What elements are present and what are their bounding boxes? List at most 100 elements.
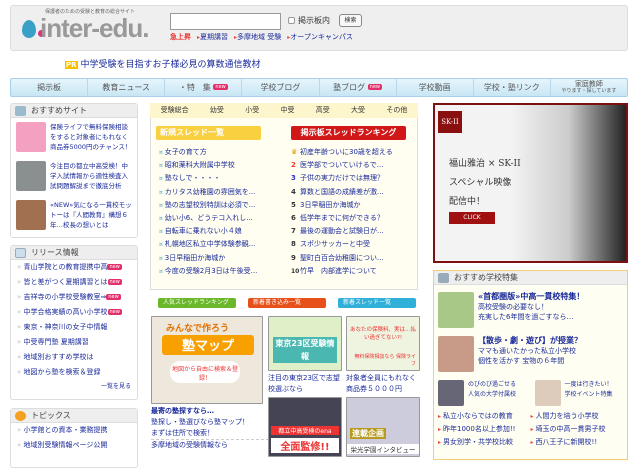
ranking-item[interactable]: 2 医学部でついていけるで... <box>291 159 415 172</box>
hoken-banner[interactable]: あなたの保険料、実は…払い過ぎてない?! 無料保険相談なら 保険ライフ <box>346 316 420 371</box>
list-item[interactable]: 青山学院との教育提携中高new <box>11 260 137 275</box>
nav-tutor[interactable]: 家庭教師 やります・探しています <box>551 79 627 96</box>
ranking-item[interactable]: ♛ 初産年齢ついに30歳を超える <box>291 146 415 159</box>
feature-item[interactable]: «首都圏版»中高一貫校特集！ 高校受験の必要なし！ 充実した6年間を過ごすなら… <box>434 292 627 328</box>
list-item[interactable]: 今注目の都立中高受検！中学入試情報から適性検査入試問題解説まで徹底分析 <box>11 157 137 196</box>
category-tabs: 受験総合 幼受 小受 中受 高受 大受 その他 <box>150 103 418 118</box>
school-links: 私立小ならではの教育 人間力を培う小学校 昨年1000名以上参加!! 埼玉の中高… <box>434 410 627 449</box>
quick-link[interactable]: オープンキャンパス <box>287 32 353 42</box>
tab-junior-high[interactable]: 中受 <box>280 103 294 118</box>
feature-thumbnail <box>438 292 474 328</box>
tokyo23-caption[interactable]: 注目の東京23区で志望校選ぶなら <box>268 373 346 395</box>
nav-links[interactable]: 学校・塾リンク <box>474 79 551 96</box>
ranking-item[interactable]: 9 聖町白百合幼稚園につい... <box>291 252 415 265</box>
board-only-checkbox[interactable] <box>288 17 295 24</box>
ranking-item[interactable]: 8 スポ少サッカーと中受 <box>291 238 415 251</box>
see-all-link[interactable]: 一覧を見る <box>11 380 137 394</box>
search-button[interactable]: 検索 <box>339 14 362 27</box>
pr-link[interactable]: PR 中学受験を目指すお子様必見の算数通信教材 <box>65 57 261 70</box>
school-link[interactable]: 男女別学・共学校比較 <box>438 436 531 449</box>
list-item[interactable]: 中学合格実績の高い小学校new <box>11 305 137 320</box>
thread-link[interactable]: 札幌地区私立中学体験参観... <box>159 238 287 251</box>
ena-banner[interactable]: 都立中高受検のena 全面監修!! <box>268 397 342 457</box>
ranking-item[interactable]: 6 低学年までに何ができる？ <box>291 212 415 225</box>
new-badge: new <box>367 84 382 90</box>
nav-juku-blog[interactable]: 塾ブログ new <box>320 79 397 96</box>
nav-board[interactable]: 掲示板 <box>11 79 89 96</box>
school-link[interactable]: 私立小ならではの教育 <box>438 410 531 423</box>
ranking-item[interactable]: 10竹早 内部進学について <box>291 265 415 278</box>
feature-item[interactable]: 【散歩・劇・遊び】が授業？ ママも通いたかった私立小学校 個性を活かす 宝物の６年間 <box>434 336 627 372</box>
thread-link[interactable]: 女子の育て方 <box>159 146 287 159</box>
topics-icon <box>15 411 26 421</box>
tab-university[interactable]: 大受 <box>351 103 365 118</box>
topics-header: トピックス <box>11 409 137 423</box>
tab-other[interactable]: その他 <box>386 103 407 118</box>
list-item[interactable]: 地図から塾を検索＆登録 <box>11 365 137 380</box>
school-link[interactable]: 昨年1000名以上参加!! <box>438 423 531 436</box>
hand-icon <box>15 106 26 116</box>
school-link[interactable]: 人間力を培う小学校 <box>531 410 624 423</box>
thread-panel: 新規スレッド一覧 掲示板スレッドランキング 女子の育て方 昭和薬科大附属中学校 … <box>150 118 418 290</box>
quick-links: 急上昇 夏期講習 多摩地域 受験 オープンキャンパス <box>170 32 353 42</box>
ranking-item[interactable]: 3 子供の実力だけでは無理？ <box>291 172 415 185</box>
recommend-header: おすすめサイト <box>11 104 137 118</box>
building-icon <box>438 273 449 283</box>
ranking-item[interactable]: 5 3日早稲田か海城か <box>291 199 415 212</box>
thread-link[interactable]: 今度の受験2月3日は午後受... <box>159 265 287 278</box>
thread-link[interactable]: 昭和薬科大附属中学校 <box>159 159 287 172</box>
interview-banner[interactable]: 連載企画 栄光学園インタビュー <box>346 397 420 457</box>
thread-link[interactable]: カリタス幼稚園の雰囲気を... <box>159 186 287 199</box>
tab-high[interactable]: 高受 <box>316 103 330 118</box>
list-item[interactable]: 地域別おすすめ学校は <box>11 350 137 365</box>
map-bubble: 地図から自由に検索＆登録！ <box>170 361 240 383</box>
thread-link[interactable]: 3日早稲田か海城か <box>159 252 287 265</box>
nav-news[interactable]: 教育ニュース <box>88 79 166 96</box>
list-item[interactable]: 保険ライフで無料保険相談をすると対象者にもれなく商品券5000円のチャンス！ <box>11 118 137 157</box>
new-badge: new <box>107 264 122 270</box>
search-input[interactable] <box>170 13 281 30</box>
ad-click-button[interactable]: CLICK <box>449 212 495 224</box>
tab-elementary[interactable]: 小受 <box>245 103 259 118</box>
list-item[interactable]: 吉祥寺の小学校受験教室⇒new <box>11 290 137 305</box>
recommend-box: おすすめサイト 保険ライフで無料保険相談をすると対象者にもれなく商品券5000円… <box>10 103 138 238</box>
skii-ad[interactable]: SK-II 福山雅治 × SK-II スペシャル映像 配信中！ CLICK <box>433 103 628 263</box>
ranking-item[interactable]: 4 算数と国語の成績差が激... <box>291 186 415 199</box>
school-feature-box: おすすめ学校特集 «首都圏版»中高一貫校特集！ 高校受験の必要なし！ 充実した6年間… <box>433 270 628 460</box>
list-item[interactable]: 中受専門塾 夏期講習 <box>11 335 137 350</box>
popular-ranking-button[interactable]: 人気スレッドランキング <box>158 298 236 308</box>
list-item[interactable]: 地域別受験情報ページ公開 <box>11 438 137 453</box>
list-item[interactable]: 東京・神奈川の女子中情報 <box>11 320 137 335</box>
thread-link[interactable]: 塾なしで・・・・ <box>159 172 287 185</box>
tab-kindergarten[interactable]: 幼受 <box>210 103 224 118</box>
quick-link[interactable]: 多摩地域 受験 <box>234 32 281 42</box>
list-item[interactable]: «NEW»気になる一貫校モットーは『人間教育』構想６年…校長の想いとは <box>11 196 137 235</box>
tokyo23-banner[interactable]: 東京23区受験情報 <box>268 316 342 371</box>
thread-link[interactable]: 塾の志望校別特訓は必須で... <box>159 199 287 212</box>
nav-school-video[interactable]: 学校動画 <box>397 79 474 96</box>
new-threads-button[interactable]: 新着スレッド一覧 <box>338 298 416 308</box>
thread-link[interactable]: 幼い小6、どうテコ入れし... <box>159 212 287 225</box>
pr-badge: PR <box>65 61 78 69</box>
logo[interactable]: inter-edu. <box>40 13 149 44</box>
feature-item[interactable]: のびのび過ごせる 人気の大学付属校 <box>434 380 531 406</box>
tab-general[interactable]: 受験総合 <box>161 103 189 118</box>
hoken-caption[interactable]: 対象者全員にもれなく商品券５０００円 <box>346 373 422 395</box>
school-link[interactable]: 西八王子に新開校!! <box>531 436 624 449</box>
ranking-item[interactable]: 7 最後の運動会と試験日が... <box>291 225 415 238</box>
nav-features[interactable]: ・特 集 new <box>165 79 243 96</box>
quick-link[interactable]: 夏期講習 <box>197 32 228 42</box>
new-threads-title: 新規スレッド一覧 <box>156 126 261 140</box>
feature-thumbnail <box>438 336 474 372</box>
release-header: リリース情報 <box>11 246 137 260</box>
list-item[interactable]: 皆と差がつく夏期講習とはnew <box>11 275 137 290</box>
map-caption[interactable]: 最寄の塾探すなら… 塾探し・塾選びなら塾マップ！ まずは住所で検索！ 多摩地域の… <box>151 406 269 451</box>
thread-link[interactable]: 自転車に乗れない小４娘 <box>159 225 287 238</box>
nav-school-blog[interactable]: 学校ブログ <box>242 79 320 96</box>
feature-item[interactable]: 一度は行きたい！ 学校イベント特集 <box>531 380 628 406</box>
new-posts-button[interactable]: 新着書き込み一覧 <box>248 298 326 308</box>
release-box: リリース情報 青山学院との教育提携中高new 皆と差がつく夏期講習とはnew 吉… <box>10 245 138 400</box>
list-item[interactable]: 小学館との資本・業務提携 <box>11 423 137 438</box>
juku-map-banner[interactable]: みんなで作ろう 塾マップ 地図から自由に検索＆登録！ <box>151 316 263 404</box>
school-link[interactable]: 埼玉の中高一貫男子校 <box>531 423 624 436</box>
